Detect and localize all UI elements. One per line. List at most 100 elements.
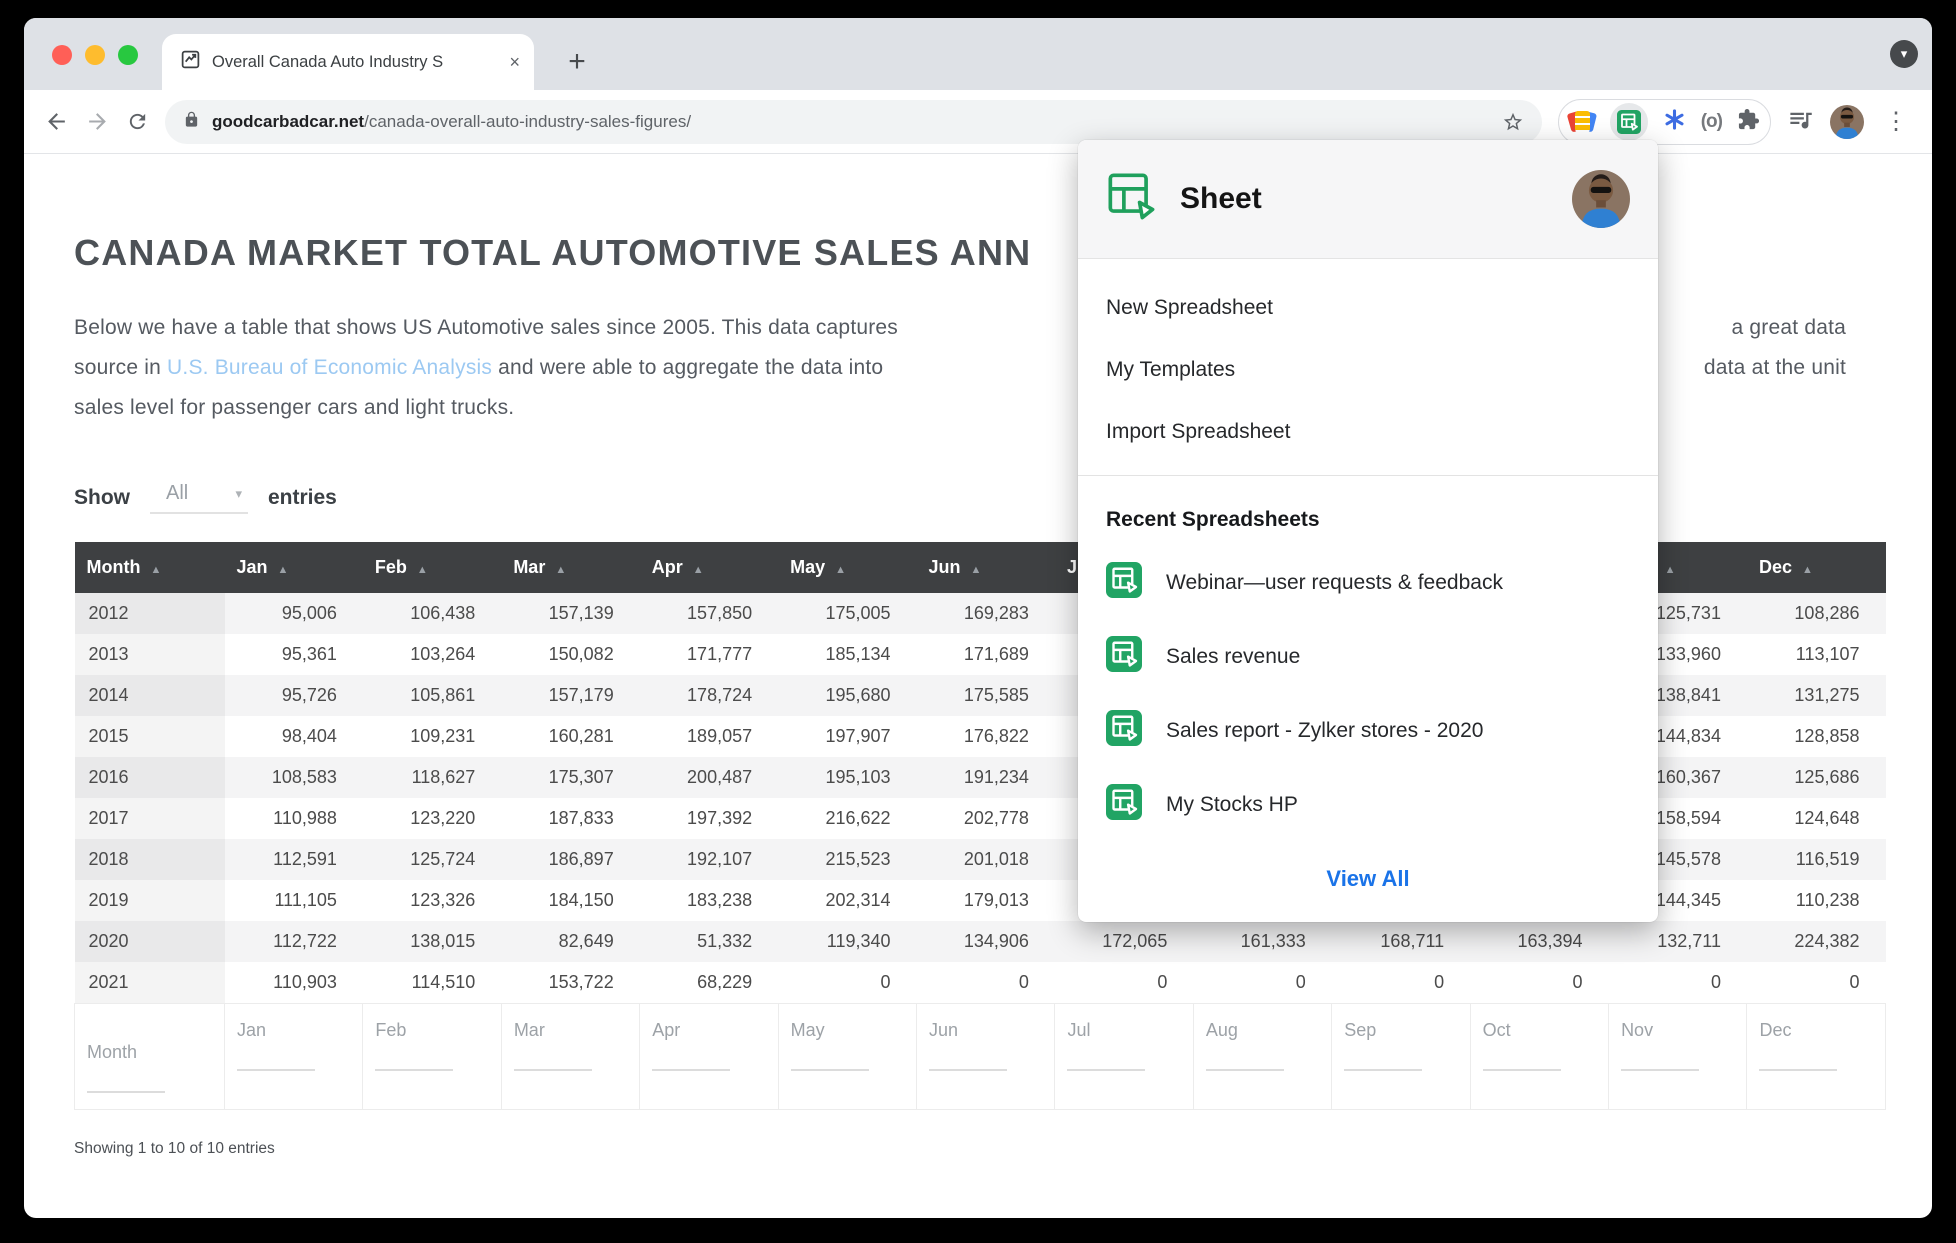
value-cell: 157,179	[501, 675, 639, 716]
profile-avatar[interactable]	[1830, 105, 1864, 139]
value-cell: 134,906	[917, 921, 1055, 962]
column-filter-jun[interactable]: Jun	[917, 1004, 1055, 1110]
asterisk-extension-icon[interactable]	[1663, 108, 1686, 136]
column-header-jan[interactable]: Jan▲	[225, 542, 363, 593]
value-cell: 168,711	[1332, 921, 1470, 962]
bookmark-star-icon[interactable]	[1502, 111, 1524, 133]
value-cell: 111,105	[225, 880, 363, 921]
bea-link[interactable]: U.S. Bureau of Economic Analysis	[167, 356, 492, 379]
column-filter-month[interactable]: Month	[75, 1004, 225, 1110]
sheet-file-icon	[1106, 710, 1142, 752]
column-header-may[interactable]: May▲	[778, 542, 916, 593]
new-tab-button[interactable]: +	[552, 34, 602, 90]
value-cell: 110,988	[225, 798, 363, 839]
table-filter-row: MonthJanFebMarAprMayJunJulAugSepOctNovDe…	[75, 1004, 1886, 1110]
value-cell: 114,510	[363, 962, 501, 1004]
recent-spreadsheet-title: Webinar—user requests & feedback	[1166, 571, 1503, 595]
recent-spreadsheet-title: My Stocks HP	[1166, 793, 1298, 817]
value-cell: 95,006	[225, 593, 363, 634]
value-cell: 106,438	[363, 593, 501, 634]
popup-menu-item[interactable]: My Templates	[1078, 339, 1658, 401]
value-cell: 157,139	[501, 593, 639, 634]
tab-close-icon[interactable]: ×	[509, 52, 520, 73]
value-cell: 175,585	[917, 675, 1055, 716]
value-cell: 0	[778, 962, 916, 1004]
back-icon[interactable]	[44, 109, 69, 134]
value-cell: 0	[1332, 962, 1470, 1004]
sort-asc-icon: ▲	[1802, 564, 1813, 576]
column-filter-aug[interactable]: Aug	[1193, 1004, 1331, 1110]
forward-icon[interactable]	[85, 109, 110, 134]
browser-tab[interactable]: Overall Canada Auto Industry S ×	[162, 34, 534, 90]
column-filter-nov[interactable]: Nov	[1609, 1004, 1747, 1110]
value-cell: 105,861	[363, 675, 501, 716]
recent-spreadsheet-item[interactable]: Sales report - Zylker stores - 2020	[1078, 694, 1658, 768]
column-header-feb[interactable]: Feb▲	[363, 542, 501, 593]
url-domain: goodcarbadcar.net	[212, 112, 364, 131]
value-cell: 200,487	[640, 757, 778, 798]
value-cell: 201,018	[917, 839, 1055, 880]
popup-menu-item[interactable]: New Spreadsheet	[1078, 277, 1658, 339]
recent-spreadsheet-item[interactable]: Webinar—user requests & feedback	[1078, 546, 1658, 620]
value-cell: 110,903	[225, 962, 363, 1004]
entries-selected-value: All	[166, 482, 188, 505]
column-header-mar[interactable]: Mar▲	[501, 542, 639, 593]
maximize-window-button[interactable]	[118, 45, 138, 65]
url-bar[interactable]: goodcarbadcar.net/canada-overall-auto-in…	[165, 100, 1542, 144]
minimize-window-button[interactable]	[85, 45, 105, 65]
column-filter-dec[interactable]: Dec	[1747, 1004, 1886, 1110]
value-cell: 95,361	[225, 634, 363, 675]
value-cell: 98,404	[225, 716, 363, 757]
close-window-button[interactable]	[52, 45, 72, 65]
popup-user-avatar[interactable]	[1572, 170, 1630, 228]
value-cell: 116,519	[1747, 839, 1886, 880]
tab-strip: Overall Canada Auto Industry S × + ▾	[24, 18, 1932, 90]
view-all-link[interactable]: View All	[1078, 842, 1658, 922]
sort-asc-icon: ▲	[417, 564, 428, 576]
column-filter-sep[interactable]: Sep	[1332, 1004, 1470, 1110]
zoho-sheet-extension-icon[interactable]	[1610, 103, 1648, 141]
value-cell: 189,057	[640, 716, 778, 757]
value-cell: 109,231	[363, 716, 501, 757]
notes-extension-icon[interactable]	[1569, 109, 1595, 135]
browser-menu-dots-icon[interactable]: ⋮	[1880, 110, 1912, 134]
extensions-puzzle-icon[interactable]	[1737, 108, 1760, 136]
media-playlist-icon[interactable]	[1787, 106, 1814, 138]
column-filter-may[interactable]: May	[778, 1004, 916, 1110]
column-header-apr[interactable]: Apr▲	[640, 542, 778, 593]
value-cell: 171,689	[917, 634, 1055, 675]
entries-select[interactable]: All ▾	[150, 482, 248, 514]
popup-menu: New SpreadsheetMy TemplatesImport Spread…	[1078, 259, 1658, 463]
value-cell: 112,591	[225, 839, 363, 880]
value-cell: 163,394	[1470, 921, 1608, 962]
tab-search-chevron-icon[interactable]: ▾	[1890, 40, 1918, 68]
value-cell: 138,015	[363, 921, 501, 962]
entries-label: entries	[268, 486, 337, 510]
table-row: 2021110,903114,510153,72268,22900000000	[75, 962, 1886, 1004]
column-filter-jul[interactable]: Jul	[1055, 1004, 1193, 1110]
value-cell: 118,627	[363, 757, 501, 798]
column-filter-mar[interactable]: Mar	[501, 1004, 639, 1110]
recent-spreadsheet-item[interactable]: Sales revenue	[1078, 620, 1658, 694]
column-header-dec[interactable]: Dec▲	[1747, 542, 1886, 593]
year-cell: 2012	[75, 593, 225, 634]
recent-spreadsheet-item[interactable]: My Stocks HP	[1078, 768, 1658, 842]
value-cell: 153,722	[501, 962, 639, 1004]
column-filter-jan[interactable]: Jan	[225, 1004, 363, 1110]
reload-icon[interactable]	[126, 110, 149, 133]
column-filter-oct[interactable]: Oct	[1470, 1004, 1608, 1110]
column-header-month[interactable]: Month▲	[75, 542, 225, 593]
value-cell: 68,229	[640, 962, 778, 1004]
popup-menu-item[interactable]: Import Spreadsheet	[1078, 401, 1658, 463]
sort-asc-icon: ▲	[693, 564, 704, 576]
value-cell: 186,897	[501, 839, 639, 880]
column-filter-apr[interactable]: Apr	[640, 1004, 778, 1110]
column-header-jun[interactable]: Jun▲	[917, 542, 1055, 593]
column-filter-feb[interactable]: Feb	[363, 1004, 501, 1110]
sheet-file-icon	[1106, 784, 1142, 826]
paren-o-extension-icon[interactable]: (o)	[1701, 111, 1722, 133]
value-cell: 108,583	[225, 757, 363, 798]
intro-line1-right: a great data	[1732, 316, 1847, 340]
tab-title: Overall Canada Auto Industry S	[212, 53, 462, 72]
sort-asc-icon: ▲	[278, 564, 289, 576]
